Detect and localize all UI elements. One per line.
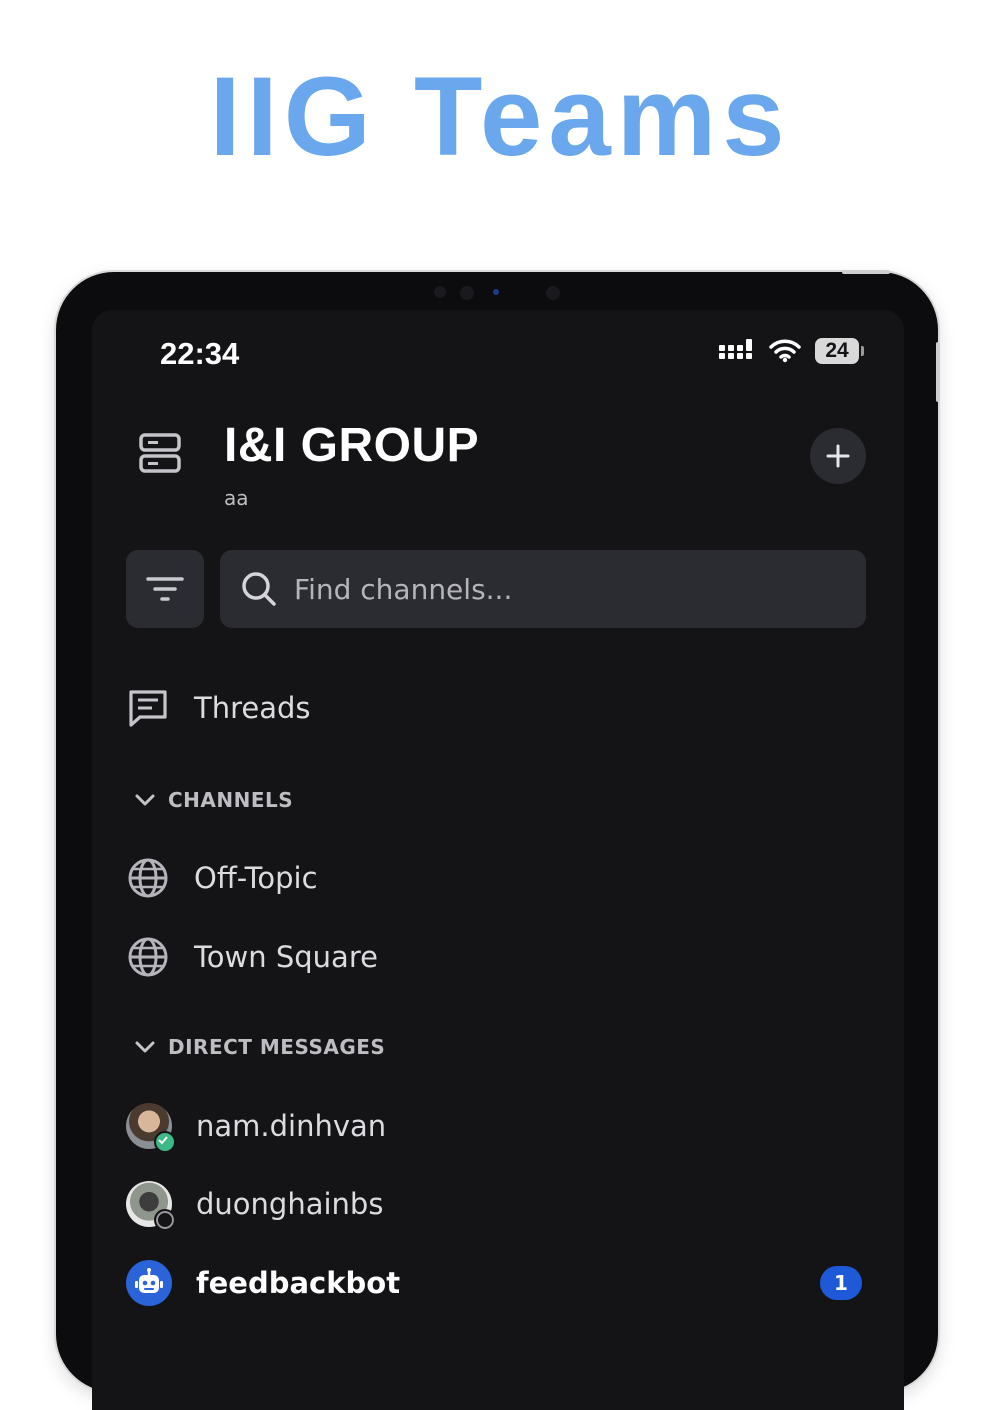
dm-label: duonghainbs (196, 1187, 384, 1221)
battery-level: 24 (815, 338, 859, 364)
status-icons: 24 (719, 338, 864, 364)
search-box[interactable] (220, 550, 866, 628)
battery-indicator: 24 (815, 338, 864, 364)
dm-item-nam-dinhvan[interactable]: nam.dinhvan (126, 1096, 386, 1156)
offline-status-icon (154, 1209, 176, 1231)
globe-icon (128, 858, 168, 898)
avatar (126, 1181, 176, 1231)
sensor-dot (546, 286, 560, 300)
filter-button[interactable] (126, 550, 204, 628)
dm-label: nam.dinhvan (196, 1109, 387, 1143)
threads-icon (129, 690, 167, 727)
channel-label: Town Square (194, 940, 378, 974)
battery-tip (861, 346, 864, 356)
channels-header-label: CHANNELS (168, 788, 294, 812)
filter-icon (146, 577, 184, 601)
chevron-down-icon (135, 1041, 155, 1053)
server-icon[interactable] (138, 432, 182, 478)
camera-indicator (493, 289, 499, 295)
app-screen: 22:34 24 I&I GROUP aa Find channels... T… (92, 310, 904, 1410)
cellular-signal-icon (719, 339, 752, 359)
channel-item-off-topic[interactable]: Off-Topic (126, 848, 318, 908)
dm-label: feedbackbot (196, 1266, 401, 1300)
chevron-down-icon (135, 794, 155, 806)
search-icon (242, 572, 276, 606)
status-time: 22:34 (160, 336, 240, 371)
add-button[interactable] (810, 428, 866, 484)
camera-lens (460, 286, 474, 300)
wifi-icon (769, 339, 801, 363)
plus-icon (826, 444, 850, 468)
channel-label: Off-Topic (194, 861, 318, 895)
team-name[interactable]: I&I GROUP (224, 418, 479, 473)
globe-icon (128, 937, 168, 977)
channel-item-town-square[interactable]: Town Square (126, 927, 378, 987)
sensor-dot (434, 286, 446, 298)
threads-label: Threads (194, 691, 311, 725)
promo-title: IIG Teams (209, 54, 791, 179)
online-status-icon (154, 1131, 176, 1153)
robot-icon (135, 1268, 163, 1293)
bot-avatar (126, 1260, 172, 1306)
dm-item-feedbackbot[interactable]: feedbackbot (126, 1253, 400, 1313)
channels-section-header[interactable]: CHANNELS (134, 788, 293, 812)
dm-item-duonghainbs[interactable]: duonghainbs (126, 1174, 383, 1234)
threads-item[interactable]: Threads (126, 678, 311, 738)
avatar (126, 1103, 176, 1153)
direct-messages-section-header[interactable]: DIRECT MESSAGES (134, 1035, 385, 1059)
tablet-frame: 22:34 24 I&I GROUP aa Find channels... T… (56, 270, 940, 1410)
search-input[interactable] (292, 571, 836, 607)
team-subtitle: aa (224, 486, 249, 510)
direct-messages-header-label: DIRECT MESSAGES (168, 1035, 386, 1059)
device-top-button (842, 270, 890, 274)
device-side-button (936, 342, 940, 402)
unread-badge: 1 (820, 1266, 862, 1300)
